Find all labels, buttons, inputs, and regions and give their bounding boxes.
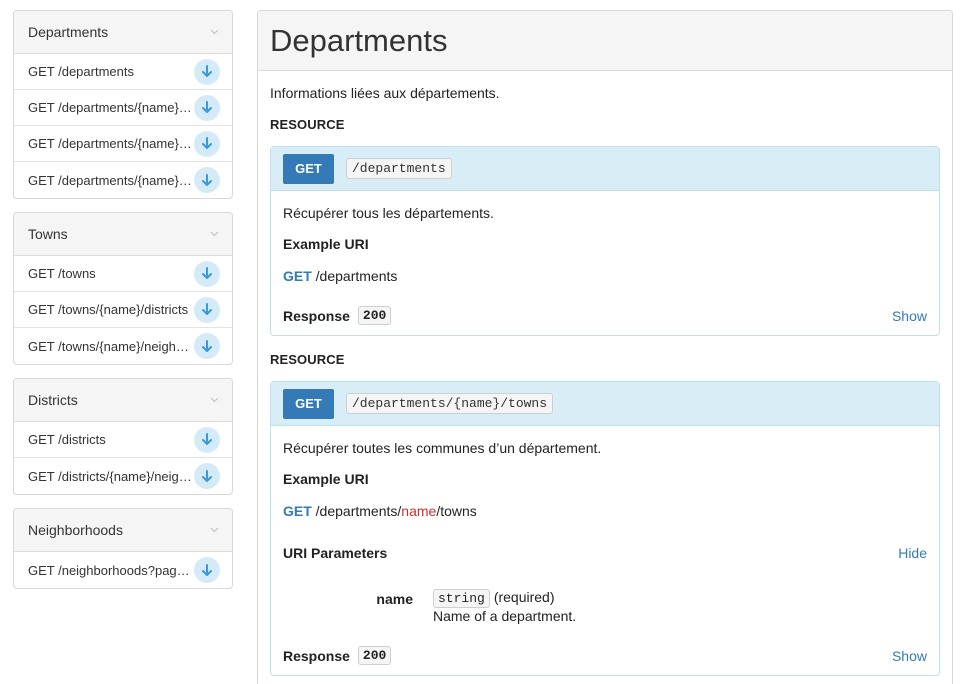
sidebar-item-label: GET /towns <box>28 266 96 281</box>
method-badge: GET <box>283 388 334 419</box>
sidebar-group-header[interactable]: Towns <box>14 213 232 256</box>
arrow-down-icon[interactable] <box>194 58 220 85</box>
sidebar-item-label: GET /towns/{name}/neighborhoods <box>28 338 194 354</box>
arrow-down-icon[interactable] <box>194 130 220 157</box>
main-header: Departments <box>258 11 952 71</box>
parameter-required: (required) <box>493 589 555 605</box>
chevron-down-icon[interactable] <box>209 395 219 405</box>
sidebar-item-label: GET /towns/{name}/districts <box>28 302 189 317</box>
sidebar-item[interactable]: GET /towns/{name}/neighborhoods <box>14 328 232 364</box>
arrow-down-icon[interactable] <box>194 426 220 453</box>
resource-card-body: Récupérer toutes les communes d’un dépar… <box>271 426 939 675</box>
sidebar-item[interactable]: GET /departments/{name}/neighborhoods <box>14 162 232 198</box>
parameter-type: string <box>433 589 490 608</box>
group-description: Informations liées aux départements. <box>270 85 500 101</box>
sidebar-item-label: GET /districts <box>28 432 106 447</box>
sidebar-item[interactable]: GET /neighborhoods?page={page} <box>14 552 232 588</box>
chevron-down-icon[interactable] <box>209 525 219 535</box>
example-uri-path: /departments <box>315 268 398 284</box>
chevron-down-icon[interactable] <box>209 27 219 37</box>
arrow-down-icon[interactable] <box>194 463 220 489</box>
example-uri-path: /departments/ <box>315 503 402 519</box>
arrow-down-icon[interactable] <box>194 557 220 583</box>
response-label: Response <box>283 307 350 324</box>
sidebar: Departments GET /departments GET /depart… <box>13 10 233 602</box>
sidebar-item-label: GET /neighborhoods?page={page} <box>28 562 194 578</box>
resource-card-header: GET /departments <box>271 147 939 191</box>
sidebar-item[interactable]: GET /departments/{name}/towns <box>14 90 232 126</box>
sidebar-group-title: Neighborhoods <box>28 522 123 538</box>
parameter-name: name <box>376 591 413 607</box>
example-uri-param: name <box>401 503 437 519</box>
parameter-description: Name of a department. <box>433 608 577 624</box>
arrow-down-icon[interactable] <box>194 167 220 193</box>
uri-parameter: name string (required) Name of a departme… <box>283 589 927 624</box>
uri-parameters-label: URI Parameters <box>283 545 388 561</box>
response-code: 200 <box>357 646 392 665</box>
sidebar-group-title: Departments <box>28 24 109 40</box>
sidebar-item[interactable]: GET /districts/{name}/neighborhoods <box>14 458 232 494</box>
resource-card-body: Récupérer tous les départements. Example… <box>271 191 939 335</box>
sidebar-item[interactable]: GET /districts <box>14 422 232 458</box>
sidebar-item[interactable]: GET /departments <box>14 54 232 90</box>
response-row: Response 200 Show <box>283 306 927 325</box>
uri-parameters-hide-link[interactable]: Hide <box>898 545 927 561</box>
response-show-link[interactable]: Show <box>892 308 927 324</box>
sidebar-group-departments: Departments GET /departments GET /depart… <box>13 10 233 199</box>
sidebar-item[interactable]: GET /departments/{name}/districts <box>14 126 232 162</box>
sidebar-group-towns: Towns GET /towns GET /towns/{name}/distr… <box>13 212 233 365</box>
sidebar-item[interactable]: GET /towns/{name}/districts <box>14 292 232 328</box>
resource-description: Récupérer toutes les communes d’un dépar… <box>283 440 602 456</box>
arrow-down-icon[interactable] <box>194 260 220 287</box>
arrow-down-icon[interactable] <box>194 333 220 359</box>
example-uri-method: GET <box>283 268 312 284</box>
sidebar-item-label: GET /departments/{name}/towns <box>28 100 194 115</box>
arrow-down-icon[interactable] <box>194 94 220 121</box>
resource-path: /departments <box>346 158 452 179</box>
arrow-down-icon[interactable] <box>194 296 220 323</box>
chevron-down-icon[interactable] <box>209 229 219 239</box>
sidebar-item-label: GET /districts/{name}/neighborhoods <box>28 468 194 484</box>
resource-section-label: RESOURCE <box>270 352 345 367</box>
response-code: 200 <box>357 306 392 325</box>
sidebar-group-header[interactable]: Departments <box>14 11 232 54</box>
sidebar-item-label: GET /departments <box>28 64 134 79</box>
response-label: Response <box>283 647 350 664</box>
sidebar-group-title: Towns <box>28 226 68 242</box>
sidebar-group-header[interactable]: Neighborhoods <box>14 509 232 552</box>
example-uri: GET /departments <box>283 268 927 284</box>
resource-description: Récupérer tous les départements. <box>283 205 494 221</box>
sidebar-group-header[interactable]: Districts <box>14 379 232 422</box>
sidebar-group-title: Districts <box>28 392 78 408</box>
sidebar-group-neighborhoods: Neighborhoods GET /neighborhoods?page={p… <box>13 508 233 589</box>
sidebar-item-label: GET /departments/{name}/neighborhoods <box>28 172 194 188</box>
resource-card-header: GET /departments/{name}/towns <box>271 382 939 426</box>
resource-path: /departments/{name}/towns <box>346 393 554 414</box>
example-uri-method: GET <box>283 503 312 519</box>
resource-section-label: RESOURCE <box>270 117 345 132</box>
sidebar-item-label: GET /departments/{name}/districts <box>28 136 194 151</box>
sidebar-item[interactable]: GET /towns <box>14 256 232 292</box>
sidebar-group-districts: Districts GET /districts GET /districts/… <box>13 378 233 495</box>
example-uri-label: Example URI <box>283 471 369 487</box>
page-title: Departments <box>270 22 448 58</box>
resource-card: GET /departments Récupérer tous les dépa… <box>270 146 940 336</box>
resource-card: GET /departments/{name}/towns Récupérer … <box>270 381 940 676</box>
method-badge: GET <box>283 153 334 184</box>
main-body: Informations liées aux départements. RES… <box>258 85 952 676</box>
example-uri-path-suffix: /towns <box>436 503 477 519</box>
main-panel: Departments Informations liées aux dépar… <box>257 10 953 684</box>
example-uri-label: Example URI <box>283 236 369 252</box>
response-row: Response 200 Show <box>283 646 927 665</box>
uri-parameters-row: URI Parameters Hide <box>283 545 927 561</box>
response-show-link[interactable]: Show <box>892 648 927 664</box>
example-uri: GET /departments/name/towns <box>283 503 927 519</box>
